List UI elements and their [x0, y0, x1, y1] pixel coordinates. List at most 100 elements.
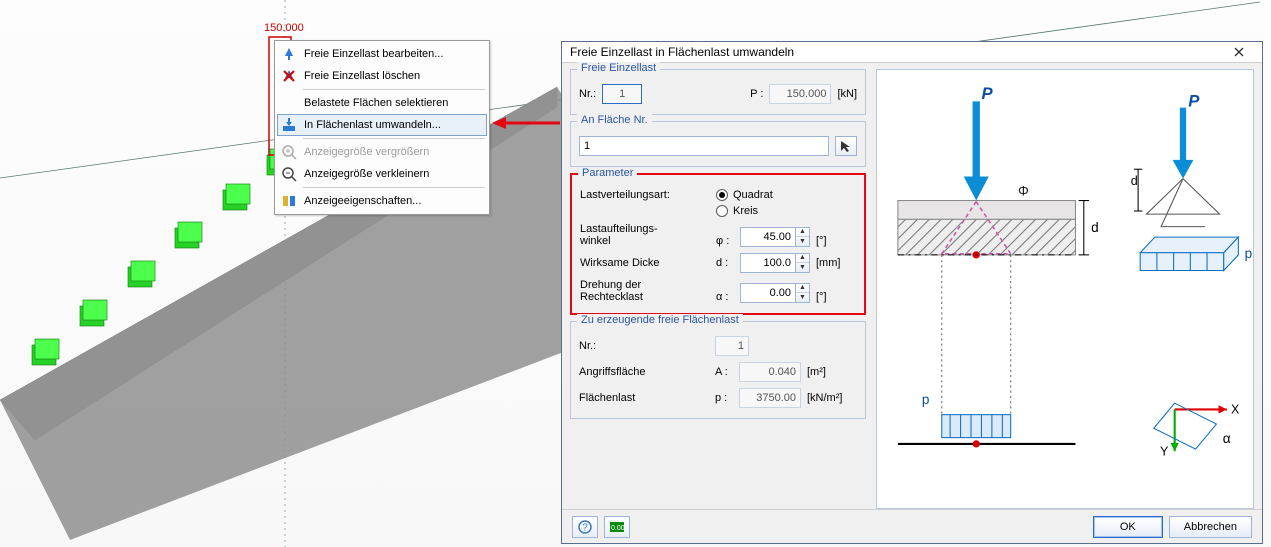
radio-icon — [716, 205, 728, 217]
d-symbol: d : — [716, 257, 734, 269]
area-load-label: Flächenlast — [579, 392, 709, 404]
group-free-point-load: Freie Einzellast Nr.: P : [kN] — [570, 69, 866, 115]
svg-text:Φ: Φ — [1018, 183, 1029, 198]
svg-text:0.00: 0.00 — [611, 525, 625, 532]
illustration-panel: P Φ d — [876, 69, 1254, 510]
convert-load-icon — [280, 116, 298, 134]
group-title: Freie Einzellast — [577, 62, 660, 74]
zoom-in-icon — [280, 143, 298, 161]
cm-select-loaded-surfaces[interactable]: Belastete Flächen selektieren — [277, 92, 487, 114]
rot-label: Drehung der — [580, 279, 710, 291]
d-spinner[interactable]: ▲▼ — [796, 253, 810, 273]
group-resulting-area-load: Zu erzeugende freie Flächenlast Nr.: Ang… — [570, 321, 866, 419]
cm-convert-to-area-load[interactable]: In Flächenlast umwandeln... — [277, 114, 487, 136]
point-load-nr-field[interactable] — [602, 84, 642, 104]
svg-text:p: p — [922, 392, 930, 407]
callout-arrow-icon — [492, 116, 562, 130]
surface-number-input[interactable] — [579, 136, 829, 156]
alpha-spinner[interactable]: ▲▼ — [796, 283, 810, 303]
group-parameter: Parameter Lastverteilungsart: Quadrat Kr… — [570, 173, 866, 315]
ok-label: OK — [1120, 521, 1136, 533]
cm-display-properties[interactable]: Anzeigeeigenschaften... — [277, 190, 487, 212]
cm-label: Anzeigegröße vergrößern — [304, 146, 429, 158]
p-label: P : — [750, 88, 763, 100]
area-unit: [m²] — [807, 366, 826, 378]
result-nr-label: Nr.: — [579, 340, 709, 352]
cm-label: Freie Einzellast löschen — [304, 70, 420, 82]
load-value-label: 150.000 — [264, 22, 304, 34]
display-props-icon — [280, 192, 298, 210]
group-title: Zu erzeugende freie Flächenlast — [577, 314, 743, 326]
d-input[interactable] — [740, 253, 796, 273]
group-on-surface: An Fläche Nr. — [570, 121, 866, 167]
alpha-unit: [°] — [816, 291, 827, 303]
delete-load-icon — [280, 67, 298, 85]
radio-label: Quadrat — [733, 189, 773, 201]
alpha-input[interactable] — [740, 283, 796, 303]
phi-symbol: φ : — [716, 235, 734, 247]
phi-unit: [°] — [816, 235, 827, 247]
radio-icon — [716, 189, 728, 201]
radio-circle[interactable]: Kreis — [716, 205, 773, 217]
alpha-symbol: α : — [716, 291, 734, 303]
chevron-down-icon: ▼ — [796, 237, 809, 246]
help-button[interactable]: ? — [572, 516, 598, 538]
angle-label2: winkel — [580, 235, 710, 247]
svg-text:?: ? — [582, 522, 588, 533]
area-load-unit: [kN/m²] — [807, 392, 842, 404]
svg-text:p: p — [1245, 246, 1253, 261]
help-icon: ? — [578, 520, 592, 534]
cancel-button[interactable]: Abbrechen — [1169, 516, 1252, 538]
area-value-field — [739, 362, 801, 382]
area-load-value-field — [739, 388, 801, 408]
cm-delete-free-point-load[interactable]: Freie Einzellast löschen — [277, 65, 487, 87]
chevron-down-icon: ▼ — [796, 263, 809, 272]
A-symbol: A : — [715, 366, 733, 378]
svg-text:X: X — [1231, 402, 1240, 416]
cm-label: Anzeigegröße verkleinern — [304, 168, 429, 180]
menu-separator — [303, 89, 485, 90]
units-button[interactable]: 0.00 — [604, 516, 630, 538]
cm-label: Anzeigeeigenschaften... — [304, 195, 421, 207]
cm-label: Belastete Flächen selektieren — [304, 97, 448, 109]
rot-label2: Rechtecklast — [580, 291, 710, 303]
cm-label: Freie Einzellast bearbeiten... — [304, 48, 443, 60]
svg-text:Y: Y — [1160, 444, 1169, 458]
zoom-out-icon — [280, 165, 298, 183]
context-menu: Freie Einzellast bearbeiten... Freie Ein… — [274, 40, 490, 215]
radio-square[interactable]: Quadrat — [716, 189, 773, 201]
dialog-title: Freie Einzellast in Flächenlast umwandel… — [570, 45, 1220, 59]
d-unit: [mm] — [816, 257, 840, 269]
svg-text:d: d — [1131, 174, 1138, 188]
cm-edit-free-point-load[interactable]: Freie Einzellast bearbeiten... — [277, 43, 487, 65]
dialog-titlebar[interactable]: Freie Einzellast in Flächenlast umwandel… — [562, 42, 1262, 63]
svg-text:d: d — [1091, 220, 1099, 235]
nr-label: Nr.: — [579, 88, 596, 100]
cm-decrease-display-size[interactable]: Anzeigegröße verkleinern — [277, 163, 487, 185]
ok-button[interactable]: OK — [1093, 516, 1163, 538]
chevron-down-icon: ▼ — [796, 293, 809, 302]
cm-increase-display-size: Anzeigegröße vergrößern — [277, 141, 487, 163]
chevron-up-icon: ▲ — [796, 228, 809, 238]
cancel-label: Abbrechen — [1184, 521, 1237, 533]
units-icon: 0.00 — [609, 520, 625, 534]
svg-text:α: α — [1223, 430, 1231, 445]
svg-text:P: P — [981, 84, 993, 103]
p-symbol: p : — [715, 392, 733, 404]
close-icon — [1234, 47, 1244, 57]
point-load-p-field — [769, 84, 831, 104]
dist-type-label: Lastverteilungsart: — [580, 189, 710, 201]
menu-separator — [303, 138, 485, 139]
phi-spinner[interactable]: ▲▼ — [796, 227, 810, 247]
p-unit: [kN] — [837, 88, 857, 100]
group-title: Parameter — [578, 167, 637, 179]
thickness-label: Wirksame Dicke — [580, 257, 710, 269]
pick-surface-button[interactable] — [835, 136, 857, 156]
svg-text:P: P — [1188, 91, 1200, 110]
cm-label: In Flächenlast umwandeln... — [304, 119, 441, 131]
dialog-footer: ? 0.00 OK Abbrechen — [562, 509, 1262, 543]
chevron-up-icon: ▲ — [796, 284, 809, 294]
result-nr-field — [715, 336, 749, 356]
phi-input[interactable] — [740, 227, 796, 247]
close-button[interactable] — [1220, 43, 1258, 61]
